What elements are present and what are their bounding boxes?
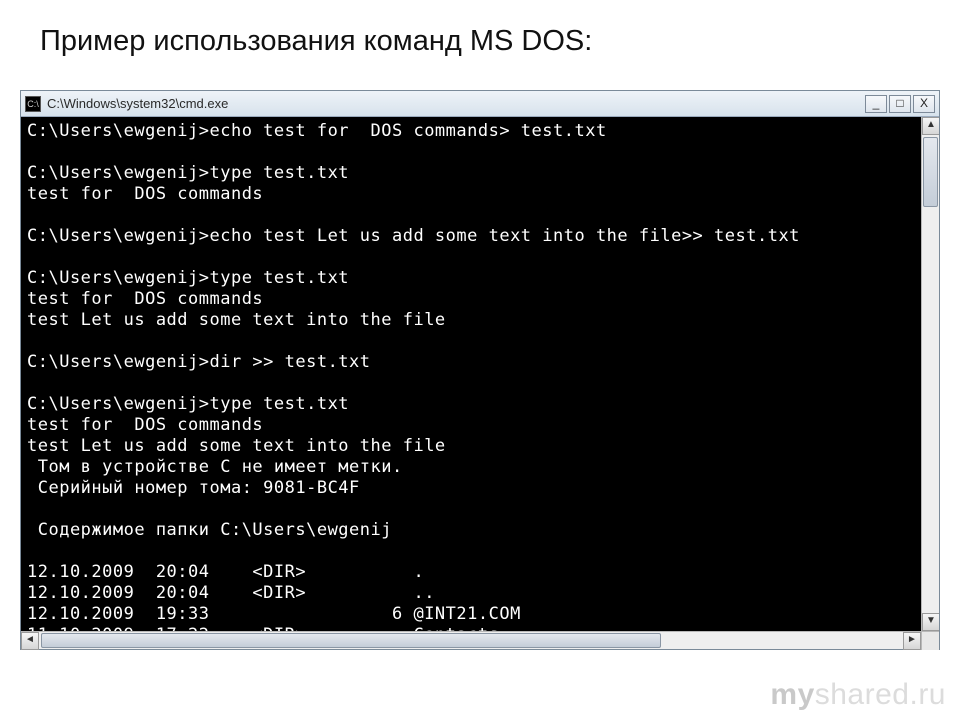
maximize-button[interactable]: □ <box>889 95 911 113</box>
cmd-window: C:\ C:\Windows\system32\cmd.exe _ □ X C:… <box>20 90 940 650</box>
console-line: Содержимое папки C:\Users\ewgenij <box>27 520 915 541</box>
console-line: test for DOS commands <box>27 289 915 310</box>
console-line: C:\Users\ewgenij>echo test Let us add so… <box>27 226 915 247</box>
console-line <box>27 499 915 520</box>
console-line: test for DOS commands <box>27 415 915 436</box>
console-line <box>27 331 915 352</box>
cmd-icon: C:\ <box>25 96 41 112</box>
scroll-left-icon[interactable]: ◄ <box>21 632 39 650</box>
watermark: myshared.ru <box>770 678 946 712</box>
console-line <box>27 142 915 163</box>
horizontal-scroll-thumb[interactable] <box>41 633 661 648</box>
console-line: 12.10.2009 19:33 6 @INT21.COM <box>27 604 915 625</box>
console-line <box>27 541 915 562</box>
page: Пример использования команд MS DOS: C:\ … <box>0 0 960 720</box>
vertical-scroll-track[interactable] <box>922 135 939 613</box>
vertical-scroll-thumb[interactable] <box>923 137 938 207</box>
console-line: Серийный номер тома: 9081-BC4F <box>27 478 915 499</box>
watermark-brand: my <box>770 678 814 711</box>
window-client-area: C:\Users\ewgenij>echo test for DOS comma… <box>21 117 939 631</box>
window-titlebar[interactable]: C:\ C:\Windows\system32\cmd.exe _ □ X <box>21 91 939 117</box>
window-title: C:\Windows\system32\cmd.exe <box>47 96 865 111</box>
console-line <box>27 205 915 226</box>
vertical-scrollbar[interactable]: ▲ ▼ <box>921 117 939 631</box>
scroll-right-icon[interactable]: ► <box>903 632 921 650</box>
console-line: 12.10.2009 20:04 <DIR> . <box>27 562 915 583</box>
console-line <box>27 247 915 268</box>
horizontal-scroll-track[interactable] <box>39 632 903 649</box>
scroll-up-icon[interactable]: ▲ <box>922 117 939 135</box>
console-output[interactable]: C:\Users\ewgenij>echo test for DOS comma… <box>21 117 921 631</box>
console-line: C:\Users\ewgenij>type test.txt <box>27 394 915 415</box>
close-button[interactable]: X <box>913 95 935 113</box>
slide-heading: Пример использования команд MS DOS: <box>40 25 592 58</box>
watermark-suffix: .ru <box>909 678 946 711</box>
console-line: C:\Users\ewgenij>type test.txt <box>27 268 915 289</box>
scrollbar-corner <box>921 632 939 650</box>
console-line: C:\Users\ewgenij>echo test for DOS comma… <box>27 121 915 142</box>
console-line: Том в устройстве C не имеет метки. <box>27 457 915 478</box>
watermark-rest: shared <box>815 678 910 711</box>
console-line: 12.10.2009 20:04 <DIR> .. <box>27 583 915 604</box>
console-line: C:\Users\ewgenij>dir >> test.txt <box>27 352 915 373</box>
console-line: test Let us add some text into the file <box>27 436 915 457</box>
window-buttons: _ □ X <box>865 95 935 113</box>
console-line: test Let us add some text into the file <box>27 310 915 331</box>
console-line: test for DOS commands <box>27 184 915 205</box>
horizontal-scrollbar[interactable]: ◄ ► <box>21 631 939 649</box>
console-line: C:\Users\ewgenij>type test.txt <box>27 163 915 184</box>
scroll-down-icon[interactable]: ▼ <box>922 613 939 631</box>
console-line <box>27 373 915 394</box>
minimize-button[interactable]: _ <box>865 95 887 113</box>
